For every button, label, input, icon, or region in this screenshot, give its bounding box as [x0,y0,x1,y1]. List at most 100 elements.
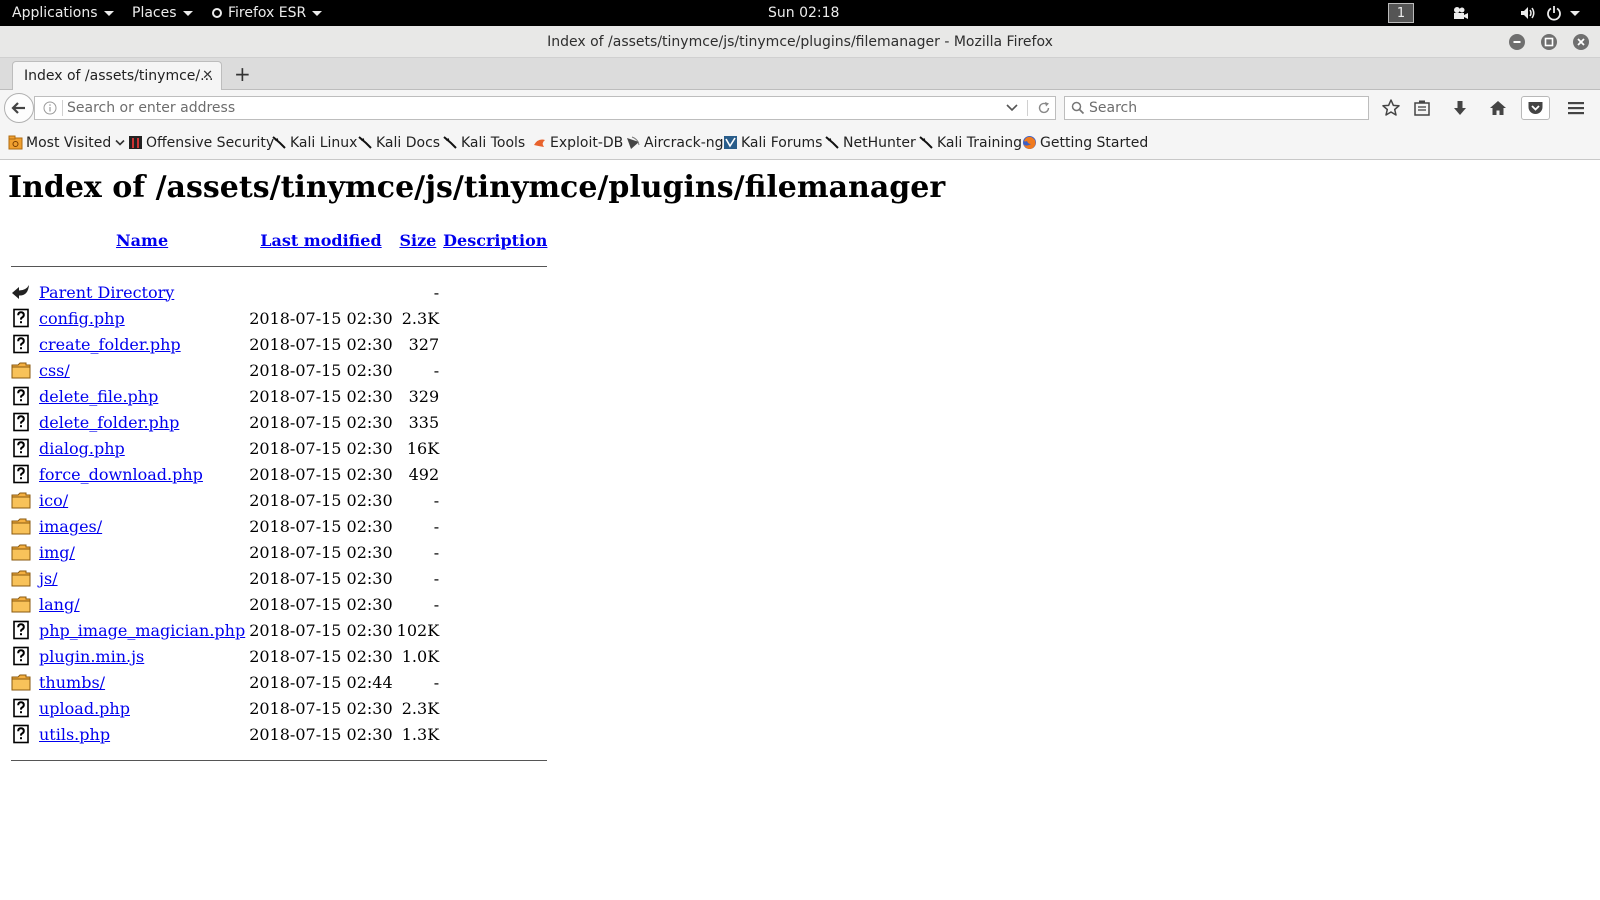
file-link[interactable]: Parent Directory [39,283,174,302]
size-cell: - [433,516,440,536]
download-icon[interactable] [1450,98,1470,118]
sort-by-name-link[interactable]: Name [116,231,168,250]
chevron-down-icon [115,139,125,146]
unknown-file-icon [10,722,36,746]
bookmark-label: Exploit-DB [550,135,624,151]
parent-directory-icon [10,280,36,304]
pocket-button[interactable] [1521,96,1550,120]
bookmark-offensive-security[interactable]: Offensive Security [128,126,274,160]
bookmark-kali-linux[interactable]: Kali Linux [272,126,357,160]
applications-menu[interactable]: Applications [12,0,114,26]
clock[interactable]: Sun 02:18 [768,0,839,26]
new-tab-button[interactable]: + [234,58,251,90]
url-bar[interactable] [34,96,1056,120]
chevron-down-icon[interactable] [1570,11,1580,16]
home-icon[interactable] [1488,98,1508,118]
bookmark-getting-started[interactable]: Getting Started [1022,126,1148,160]
tab-close-icon[interactable]: ✕ [202,62,213,90]
exploit-db-icon [534,139,545,147]
bookmark-kali-training[interactable]: Kali Training [919,126,1022,160]
search-input[interactable] [1089,97,1359,119]
search-bar[interactable] [1064,96,1369,120]
table-row: js/2018-07-15 02:30 - [10,566,548,590]
file-link[interactable]: plugin.min.js [39,647,144,666]
file-link[interactable]: delete_file.php [39,387,158,406]
url-input[interactable] [67,97,967,119]
last-modified-cell: 2018-07-15 02:30 [249,386,393,406]
volume-icon[interactable] [1520,5,1536,21]
power-icon[interactable] [1546,5,1562,21]
file-link[interactable]: lang/ [39,595,80,614]
table-row: delete_folder.php 2018-07-15 02:30 335 [10,410,548,434]
file-link[interactable]: delete_folder.php [39,413,179,432]
file-link[interactable]: force_download.php [39,465,203,484]
bookmark-label: Most Visited [26,135,112,151]
app-menu-firefox[interactable]: Firefox ESR [212,0,323,26]
bookmarks-toolbar: Most Visited Offensive Security Kali Lin… [0,126,1600,160]
folder-icon [10,488,36,512]
hamburger-menu-icon[interactable] [1566,98,1586,118]
back-button[interactable] [4,93,34,123]
file-link[interactable]: css/ [39,361,70,380]
maximize-button[interactable] [1541,34,1557,50]
file-link[interactable]: php_image_magician.php [39,621,245,640]
file-link[interactable]: create_folder.php [39,335,181,354]
description-cell [442,722,548,746]
bookmark-exploit-db[interactable]: Exploit-DB [532,126,623,160]
bookmark-aircrack-ng[interactable]: Aircrack-ng [626,126,724,160]
description-cell [442,384,548,408]
sort-by-last-modified-link[interactable]: Last modified [260,231,381,250]
file-link[interactable]: img/ [39,543,75,562]
bookmark-kali-forums[interactable]: Kali Forums [723,126,822,160]
last-modified-cell: 2018-07-15 02:30 [249,542,393,562]
file-link[interactable]: dialog.php [39,439,125,458]
size-cell: - [433,568,440,588]
workspace-indicator[interactable]: 1 [1388,3,1414,23]
folder-icon [11,518,31,535]
window-titlebar[interactable]: Index of /assets/tinymce/js/tinymce/plug… [0,26,1600,58]
unknown-file-icon [13,412,29,432]
description-cell [442,332,548,356]
size-cell: 335 [408,412,440,432]
bookmark-star-icon[interactable] [1381,98,1401,118]
reload-icon[interactable] [1037,101,1051,115]
info-icon[interactable] [43,101,57,115]
file-link[interactable]: thumbs/ [39,673,105,692]
firefox-icon [1023,136,1036,149]
reading-list-icon[interactable] [1412,98,1432,118]
bookmark-nethunter[interactable]: NetHunter [825,126,916,160]
file-link[interactable]: config.php [39,309,125,328]
file-link[interactable]: images/ [39,517,102,536]
file-link[interactable]: ico/ [39,491,68,510]
minimize-button[interactable] [1509,34,1525,50]
tab-current[interactable]: Index of /assets/tinymce/... ✕ [12,61,222,90]
kali-dragon-icon [358,136,372,149]
chevron-down-icon[interactable] [1006,103,1018,113]
bookmark-kali-docs[interactable]: Kali Docs [358,126,440,160]
name-cell: img/ [38,540,246,564]
file-link[interactable]: upload.php [39,699,130,718]
unknown-file-icon [13,646,29,666]
close-window-button[interactable] [1573,34,1589,50]
description-cell [442,670,548,694]
bookmark-kali-tools[interactable]: Kali Tools [443,126,525,160]
sort-by-description-link[interactable]: Description [443,231,547,250]
chevron-down-icon [182,10,193,16]
tab-title: Index of /assets/tinymce/... [24,68,214,84]
file-link[interactable]: utils.php [39,725,110,744]
size-cell: 102K [396,620,440,640]
last-modified-cell: 2018-07-15 02:30 [249,360,393,380]
name-cell: Parent Directory [38,280,246,304]
folder-icon [10,514,36,538]
navigation-toolbar [0,90,1600,126]
video-camera-icon[interactable] [1452,5,1468,21]
bookmark-most-visited[interactable]: Most Visited [8,126,125,160]
file-link[interactable]: js/ [39,569,58,588]
maximize-icon [1544,37,1554,47]
size-cell: - [433,360,440,380]
chevron-down-icon [312,10,323,16]
places-menu[interactable]: Places [132,0,193,26]
last-modified-cell: 2018-07-15 02:30 [249,594,393,614]
page-title: Index of /assets/tinymce/js/tinymce/plug… [8,170,946,205]
sort-by-size-link[interactable]: Size [399,231,436,250]
